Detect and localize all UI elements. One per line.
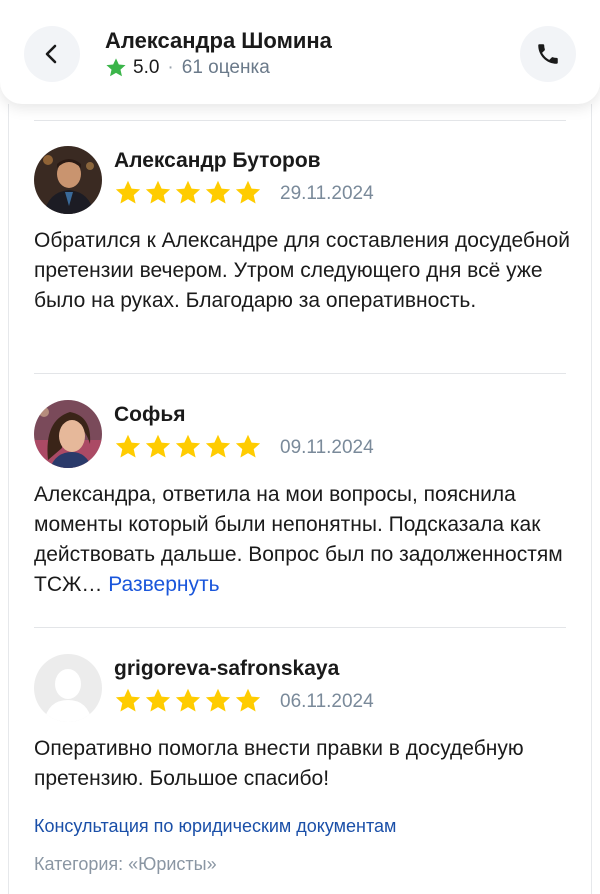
review-author[interactable]: Александр Буторов [114,149,321,173]
rating-value: 5.0 [133,57,160,78]
star-icon [175,434,201,458]
star-icon [175,688,201,712]
review-text: Оперативно помогла внести правки в досуд… [34,737,524,790]
rating-separator: · [167,57,174,78]
rating-count[interactable]: 61 оценка [182,57,270,79]
star-icon [235,688,261,712]
chevron-left-icon [45,44,57,64]
star-icon [205,180,231,204]
review-date: 09.11.2024 [280,437,374,458]
avatar[interactable] [34,400,102,468]
divider [34,373,566,374]
avatar[interactable] [34,654,102,722]
rating-stars [114,433,264,461]
star-icon [205,434,231,458]
review-date: 29.11.2024 [280,183,374,204]
divider [34,120,566,121]
star-icon [115,434,141,458]
rating-summary: 5.0 · 61 оценка [105,57,270,79]
reviews-screen: Александра Шомина 5.0 · 61 оценка Алекса… [0,0,600,894]
star-icon [235,434,261,458]
star-icon [235,180,261,204]
review-text: Обратился к Александре для составления д… [34,229,570,312]
star-icon [145,688,171,712]
rating-stars [114,179,264,207]
service-link[interactable]: Консультация по юридическим документам [34,816,396,837]
review-author[interactable]: Софья [114,403,186,427]
avatar[interactable] [34,146,102,214]
star-icon [145,180,171,204]
star-icon [115,180,141,204]
right-frame-line [591,104,592,894]
review-date: 06.11.2024 [280,691,374,712]
call-button[interactable] [520,26,576,82]
phone-icon [538,44,558,64]
category-label: Категория: «Юристы» [34,854,217,874]
rating-stars [114,687,264,715]
specialist-name: Александра Шомина [105,28,332,53]
back-button[interactable] [24,26,80,82]
review-author[interactable]: grigoreva-safronskaya [114,657,339,681]
star-icon [106,58,126,77]
expand-link[interactable]: Развернуть [108,573,219,596]
divider [34,627,566,628]
star-icon [205,688,231,712]
review-text: Александра, ответила на мои вопросы, поя… [34,480,574,600]
star-icon [115,688,141,712]
header: Александра Шомина 5.0 · 61 оценка [0,0,600,104]
star-icon [145,434,171,458]
star-icon [175,180,201,204]
left-frame-line [8,104,9,894]
